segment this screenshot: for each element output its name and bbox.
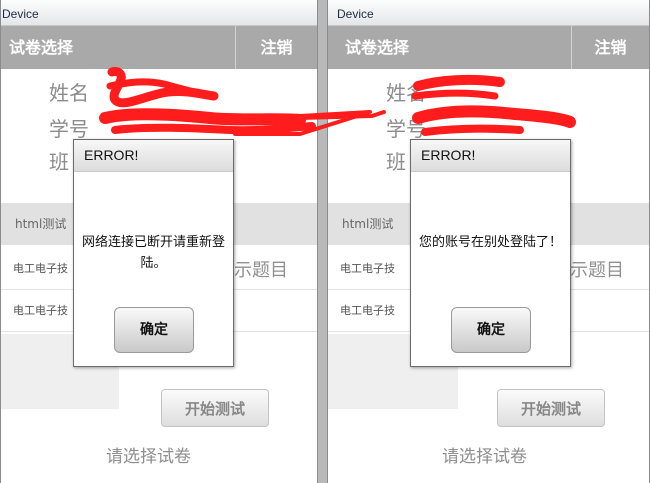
list-side-text: 示题目 bbox=[570, 260, 624, 281]
error-dialog: ERROR! 网络连接已断开请重新登陆。 确定 bbox=[73, 139, 234, 367]
list-item-label: 电工电子技 bbox=[13, 304, 68, 317]
dialog-title: ERROR! bbox=[74, 140, 233, 172]
dialog-message: 您的账号在别处登陆了！ bbox=[418, 235, 562, 250]
footer-prompt: 请选择试卷 bbox=[106, 447, 191, 467]
start-test-button[interactable]: 开始测试 bbox=[497, 389, 605, 427]
start-test-button[interactable]: 开始测试 bbox=[161, 389, 269, 427]
name-label: 姓名 bbox=[49, 81, 89, 105]
ok-button[interactable]: 确定 bbox=[114, 307, 194, 353]
error-dialog: ERROR! 您的账号在别处登陆了！ 确定 bbox=[410, 139, 571, 367]
list-item-label: 电工电子技 bbox=[340, 304, 395, 317]
logout-button[interactable]: 注销 bbox=[572, 26, 649, 69]
list-header-text: html测试 bbox=[15, 217, 67, 231]
window-title: Device bbox=[337, 7, 374, 21]
list-header-text: html测试 bbox=[342, 217, 394, 231]
logout-button[interactable]: 注销 bbox=[236, 26, 317, 69]
window-title-bar: Device bbox=[1, 0, 317, 26]
app-toolbar: 试卷选择 注销 bbox=[328, 26, 649, 69]
class-label: 班 bbox=[386, 150, 406, 174]
ok-button[interactable]: 确定 bbox=[451, 307, 531, 353]
toolbar-title: 试卷选择 bbox=[9, 38, 74, 57]
device-window-left: Device 试卷选择 注销 姓名 学号 班 html测试 电工电子技 电工电子… bbox=[0, 0, 318, 483]
list-item-label: 电工电子技 bbox=[13, 262, 68, 275]
window-title-bar: Device bbox=[328, 0, 649, 26]
class-label: 班 bbox=[49, 150, 69, 174]
dialog-message: 网络连接已断开请重新登陆。 bbox=[81, 235, 225, 271]
student-id-label: 学号 bbox=[49, 117, 89, 141]
name-label: 姓名 bbox=[386, 81, 426, 105]
student-id-label: 学号 bbox=[386, 117, 426, 141]
app-toolbar: 试卷选择 注销 bbox=[1, 26, 317, 69]
device-window-right: Device 试卷选择 注销 姓名 学号 班 html测试 电工电子技 电工电子… bbox=[327, 0, 650, 483]
window-title: Device bbox=[2, 7, 39, 21]
dialog-title: ERROR! bbox=[411, 140, 570, 172]
footer-prompt: 请选择试卷 bbox=[442, 447, 527, 467]
toolbar-title: 试卷选择 bbox=[345, 38, 410, 57]
list-side-text: 示题目 bbox=[234, 260, 288, 281]
list-item-label: 电工电子技 bbox=[340, 262, 395, 275]
